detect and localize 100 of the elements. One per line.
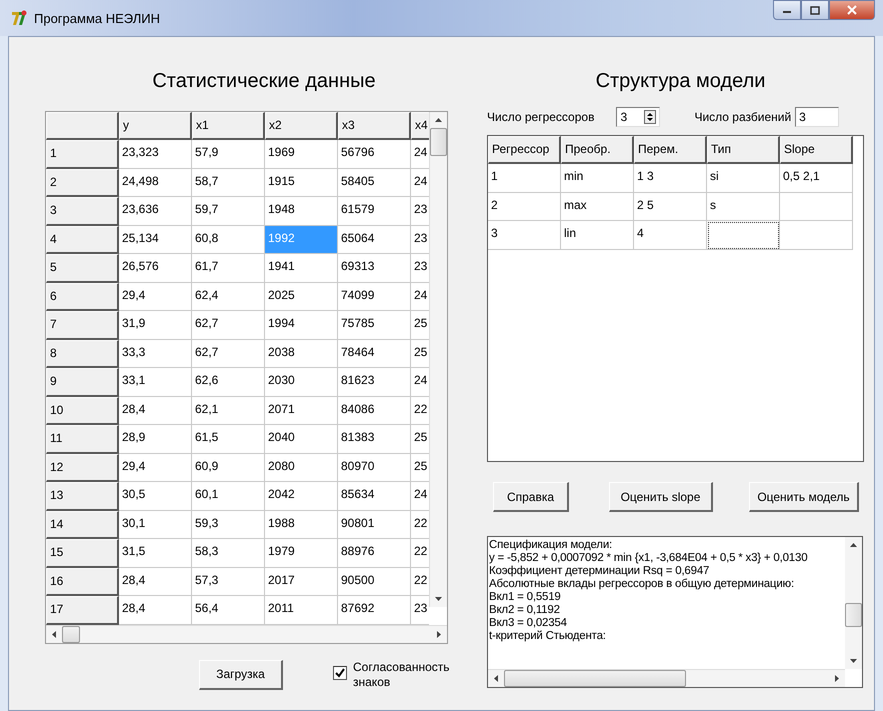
- close-button[interactable]: [829, 0, 875, 20]
- row-header[interactable]: 11: [46, 425, 119, 454]
- table-cell[interactable]: s: [707, 192, 780, 221]
- minimize-button[interactable]: [773, 0, 801, 20]
- table-cell[interactable]: max: [561, 192, 634, 221]
- row-header[interactable]: 4: [46, 226, 119, 254]
- table-cell[interactable]: 61,5: [192, 425, 265, 454]
- table-cell[interactable]: 88976: [338, 539, 411, 568]
- table-cell[interactable]: 1994: [265, 311, 338, 340]
- load-button[interactable]: Загрузка: [199, 660, 283, 690]
- table-cell[interactable]: 24,498: [119, 168, 192, 197]
- checkbox[interactable]: [333, 666, 347, 680]
- table-cell[interactable]: 2080: [265, 454, 338, 482]
- table-cell[interactable]: 28,4: [119, 568, 192, 596]
- column-header[interactable]: Регрессор: [488, 136, 561, 164]
- table-cell[interactable]: 62,6: [192, 368, 265, 396]
- table-cell[interactable]: 81623: [338, 368, 411, 396]
- table-cell[interactable]: 59,3: [192, 510, 265, 539]
- table-cell[interactable]: 60,9: [192, 454, 265, 482]
- table-cell[interactable]: min: [561, 164, 634, 192]
- column-header[interactable]: x1: [192, 112, 265, 140]
- horizontal-scrollbar[interactable]: [46, 624, 447, 642]
- column-header[interactable]: x2: [265, 112, 338, 140]
- table-cell[interactable]: 58,3: [192, 539, 265, 568]
- spin-arrows-icon[interactable]: [644, 110, 656, 124]
- table-cell[interactable]: 80970: [338, 454, 411, 482]
- scroll-down-arrow-icon[interactable]: [434, 596, 443, 602]
- table-cell[interactable]: 1941: [265, 254, 338, 282]
- scroll-up-arrow-icon[interactable]: [434, 117, 443, 123]
- table-cell[interactable]: 25,134: [119, 226, 192, 254]
- table-cell[interactable]: 59,7: [192, 197, 265, 226]
- table-cell[interactable]: 57,9: [192, 140, 265, 168]
- table-cell[interactable]: [707, 221, 780, 250]
- row-header[interactable]: 3: [46, 197, 119, 226]
- table-cell[interactable]: lin: [561, 221, 634, 250]
- action-button[interactable]: Справка: [493, 482, 569, 512]
- row-header[interactable]: 13: [46, 482, 119, 510]
- table-cell[interactable]: 61,7: [192, 254, 265, 282]
- scroll-thumb[interactable]: [430, 128, 447, 156]
- horizontal-scrollbar[interactable]: [488, 669, 845, 687]
- table-cell[interactable]: 2017: [265, 568, 338, 596]
- row-header[interactable]: 12: [46, 454, 119, 482]
- table-cell[interactable]: 2: [488, 192, 561, 221]
- table-cell[interactable]: 62,1: [192, 396, 265, 425]
- row-header[interactable]: 1: [46, 140, 119, 168]
- table-cell[interactable]: 30,5: [119, 482, 192, 510]
- table-cell[interactable]: 33,3: [119, 340, 192, 368]
- table-cell[interactable]: 28,4: [119, 396, 192, 425]
- table-cell[interactable]: 2038: [265, 340, 338, 368]
- action-button[interactable]: Оценить slope: [609, 482, 713, 512]
- table-cell[interactable]: 56796: [338, 140, 411, 168]
- table-cell[interactable]: [780, 192, 853, 221]
- row-header[interactable]: 2: [46, 168, 119, 197]
- row-header[interactable]: 9: [46, 368, 119, 396]
- spin-field[interactable]: 3: [616, 107, 660, 127]
- table-cell[interactable]: 1979: [265, 539, 338, 568]
- table-cell[interactable]: 29,4: [119, 282, 192, 311]
- table-cell[interactable]: 60,1: [192, 482, 265, 510]
- table-cell[interactable]: 69313: [338, 254, 411, 282]
- row-header[interactable]: 8: [46, 340, 119, 368]
- table-cell[interactable]: 85634: [338, 482, 411, 510]
- column-header[interactable]: x3: [338, 112, 411, 140]
- table-cell[interactable]: 65064: [338, 226, 411, 254]
- table-cell[interactable]: 75785: [338, 311, 411, 340]
- table-cell[interactable]: 61579: [338, 197, 411, 226]
- row-header[interactable]: 6: [46, 282, 119, 311]
- row-header[interactable]: 17: [46, 596, 119, 624]
- column-header[interactable]: Преобр.: [561, 136, 634, 164]
- scroll-thumb[interactable]: [845, 603, 862, 627]
- scroll-up-arrow-icon[interactable]: [849, 542, 858, 548]
- table-cell[interactable]: 2071: [265, 396, 338, 425]
- table-cell[interactable]: 23,636: [119, 197, 192, 226]
- table-cell[interactable]: 90801: [338, 510, 411, 539]
- table-cell[interactable]: 1915: [265, 168, 338, 197]
- table-cell[interactable]: si: [707, 164, 780, 192]
- vertical-scrollbar[interactable]: [845, 537, 862, 669]
- row-header[interactable]: 7: [46, 311, 119, 340]
- output-box[interactable]: [487, 536, 863, 688]
- table-cell[interactable]: 2025: [265, 282, 338, 311]
- maximize-button[interactable]: [801, 0, 829, 20]
- row-header[interactable]: 14: [46, 510, 119, 539]
- table-cell[interactable]: 1988: [265, 510, 338, 539]
- table-cell[interactable]: 23,323: [119, 140, 192, 168]
- column-header[interactable]: y: [119, 112, 192, 140]
- table-cell[interactable]: 1: [488, 164, 561, 192]
- scroll-right-arrow-icon[interactable]: [436, 630, 442, 638]
- row-header[interactable]: 5: [46, 254, 119, 282]
- table-cell[interactable]: 62,7: [192, 340, 265, 368]
- table-cell[interactable]: 62,4: [192, 282, 265, 311]
- table-cell[interactable]: 31,5: [119, 539, 192, 568]
- column-header[interactable]: x4: [411, 112, 429, 140]
- scroll-thumb[interactable]: [504, 670, 686, 687]
- scroll-right-arrow-icon[interactable]: [834, 674, 840, 683]
- table-cell[interactable]: [780, 221, 853, 250]
- scroll-left-arrow-icon[interactable]: [493, 674, 499, 683]
- table-cell[interactable]: 29,4: [119, 454, 192, 482]
- table-cell[interactable]: 33,1: [119, 368, 192, 396]
- table-cell[interactable]: 0,5 2,1: [780, 164, 853, 192]
- table-cell[interactable]: 1969: [265, 140, 338, 168]
- row-header[interactable]: 16: [46, 568, 119, 596]
